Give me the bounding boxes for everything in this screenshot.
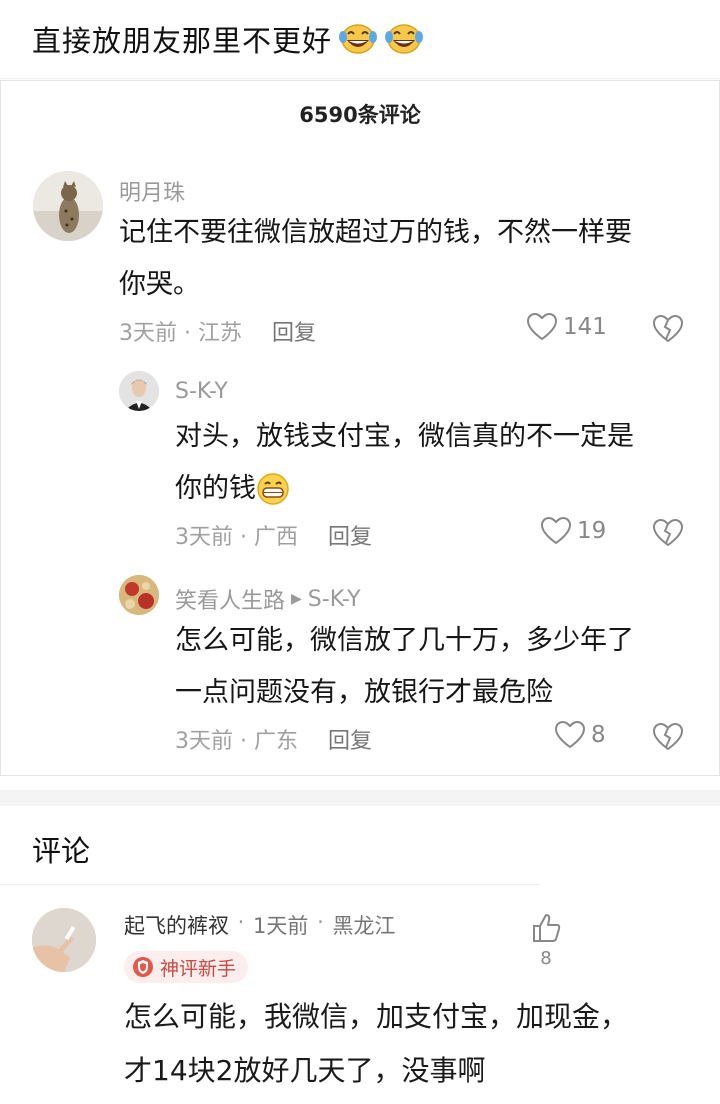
comment-text: 对头，放钱支付宝，微信真的不一定是 你的钱 [175, 411, 634, 515]
section-separator [0, 790, 720, 806]
commenter-header: 起飞的裤衩 · 1天前 · 黑龙江 [124, 910, 395, 940]
reply-arrow-icon: ▶ [291, 591, 302, 607]
comment-text-line: 你的钱 [175, 473, 256, 504]
like-button[interactable]: 8 [555, 721, 606, 749]
comment-text-line: 对头，放钱支付宝，微信真的不一定是 [175, 421, 634, 452]
comment-location: 广西 [253, 525, 298, 550]
commenter-name[interactable]: S-K-Y [175, 379, 228, 404]
broken-heart-icon [652, 518, 684, 547]
reply-target-name[interactable]: S-K-Y [308, 587, 361, 612]
dislike-button[interactable] [652, 518, 684, 551]
comment-text-line: 你哭。 [119, 269, 200, 300]
comment-meta: 3天前 · 广西 回复 [175, 519, 372, 551]
divider [0, 78, 720, 79]
commenter-name[interactable]: 明月珠 [119, 175, 185, 207]
comment-time: 3天前 [119, 321, 177, 346]
comment-text-line: 才14块2放好几天了，没事啊 [124, 1054, 486, 1087]
reply-button[interactable]: 回复 [328, 519, 372, 551]
hand-avatar-icon [32, 908, 96, 972]
dislike-button[interactable] [652, 314, 684, 347]
comment-location: 广东 [253, 729, 298, 754]
reply-button[interactable]: 回复 [272, 315, 316, 347]
heart-icon [541, 517, 571, 545]
laughing-tears-emoji-icon [384, 21, 424, 57]
avatar[interactable] [32, 908, 96, 972]
comment-text-line: 怎么可能，我微信，加支付宝，加现金， [124, 1000, 629, 1033]
comment-text: 怎么可能，微信放了几十万，多少年了 一点问题没有，放银行才最危险 [175, 615, 634, 719]
like-button[interactable]: 19 [541, 517, 606, 545]
dislike-button[interactable] [652, 722, 684, 755]
comment-text: 怎么可能，我微信，加支付宝，加现金， 才14块2放好几天了，没事啊 [124, 990, 628, 1098]
flower-avatar-icon [119, 575, 159, 615]
post-title: 直接放朋友那里不更好 [32, 18, 424, 60]
avatar[interactable] [33, 171, 103, 241]
comment-time-location: 3天前 · 广东 [175, 729, 298, 754]
broken-heart-icon [652, 314, 684, 343]
commenter-name[interactable]: 起飞的裤衩 [124, 910, 229, 940]
like-button[interactable]: 141 [527, 313, 607, 341]
commenter-name[interactable]: 笑看人生路 [175, 583, 285, 615]
comments-section-title: 评论 [32, 834, 91, 868]
comment-time: 1天前 [253, 914, 309, 938]
comment-location: 黑龙江 [332, 914, 396, 938]
comment-location: 江苏 [197, 321, 242, 346]
like-count: 8 [591, 722, 606, 748]
comment-count-header: 6590条评论 [299, 103, 421, 127]
grinning-face-emoji-icon [257, 473, 289, 505]
reply-button[interactable]: 回复 [328, 723, 372, 755]
like-count: 8 [540, 948, 552, 969]
like-button[interactable]: 8 [530, 912, 562, 969]
comment-meta: 3天前 · 江苏 回复 [119, 315, 316, 347]
comment-time: 3天前 [175, 525, 233, 550]
embedded-comments-screenshot: 6590条评论 明月珠 记住不要往微信放超过万的钱，不然一样要 你哭。 3天前 … [0, 80, 720, 776]
like-count: 141 [563, 314, 607, 340]
comment-time-location: 3天前 · 广西 [175, 525, 298, 550]
comment-text-line: 怎么可能，微信放了几十万，多少年了 [175, 625, 634, 656]
divider [0, 884, 540, 885]
like-count: 19 [577, 518, 607, 544]
laughing-tears-emoji-icon [338, 21, 378, 57]
comment-text-line: 记住不要往微信放超过万的钱，不然一样要 [119, 217, 632, 248]
comment-text-line: 一点问题没有，放银行才最危险 [175, 677, 553, 708]
cat-avatar-icon [33, 171, 103, 241]
heart-icon [555, 721, 585, 749]
thumbs-up-icon [533, 914, 561, 942]
separator-dot: · [231, 910, 252, 934]
badge-label: 神评新手 [160, 957, 237, 980]
comment-meta: 3天前 · 广东 回复 [175, 723, 372, 755]
broken-heart-icon [652, 722, 684, 751]
comment-text-line-wrap: 你的钱 [175, 463, 634, 515]
status-badge: 神评新手 [124, 951, 249, 983]
medal-icon [133, 957, 153, 977]
avatar[interactable] [119, 575, 159, 615]
comment-text: 记住不要往微信放超过万的钱，不然一样要 你哭。 [119, 207, 632, 311]
avatar[interactable] [119, 371, 159, 411]
comment-time-location: 3天前 · 江苏 [119, 321, 242, 346]
post-title-text: 直接放朋友那里不更好 [32, 24, 333, 58]
commenter-name-row: 笑看人生路 ▶ S-K-Y [175, 583, 361, 615]
separator-dot: · [310, 910, 331, 934]
heart-icon [527, 313, 557, 341]
person-avatar-icon [119, 371, 159, 411]
comment-time: 3天前 [175, 729, 233, 754]
